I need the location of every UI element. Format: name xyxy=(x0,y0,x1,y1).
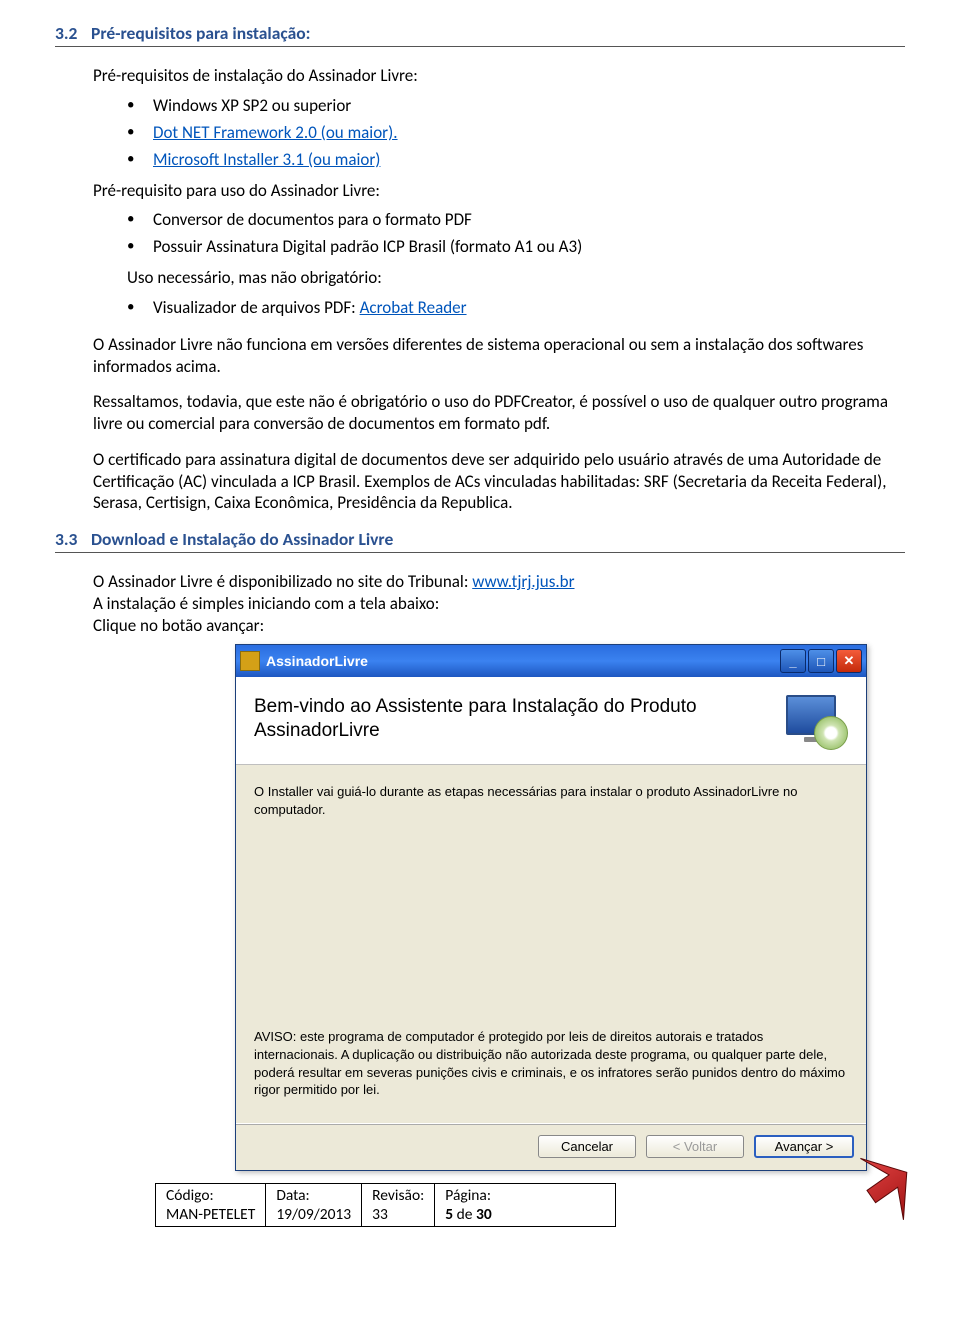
list-item-text: Windows XP SP2 ou superior xyxy=(153,95,351,116)
list-item-text: Visualizador de arquivos PDF: xyxy=(153,297,360,318)
page-of: de xyxy=(453,1205,476,1224)
close-button[interactable]: ✕ xyxy=(836,649,862,673)
section-heading-3-2: 3.2 Pré-requisitos para instalação: xyxy=(55,22,905,47)
footer-value-page: 5 de 30 xyxy=(445,1205,605,1224)
arrow-icon xyxy=(845,1145,915,1235)
back-button[interactable]: < Voltar xyxy=(646,1135,744,1158)
paragraph-1: O Assinador Livre não funciona em versõe… xyxy=(93,334,905,378)
window-title: AssinadorLivre xyxy=(266,653,778,669)
list-item: Possuir Assinatura Digital padrão ICP Br… xyxy=(127,236,905,259)
minimize-button[interactable]: _ xyxy=(780,649,806,673)
list-item: Dot NET Framework 2.0 (ou maior). xyxy=(127,122,905,145)
link-dotnet[interactable]: Dot NET Framework 2.0 (ou maior). xyxy=(153,122,398,143)
wizard-description: O Installer vai guiá-lo durante as etapa… xyxy=(254,783,848,818)
link-msi[interactable]: Microsoft Installer 3.1 (ou maior) xyxy=(153,149,380,170)
wizard-warning: AVISO: este programa de computador é pro… xyxy=(254,1028,848,1098)
list-item-text: Possuir Assinatura Digital padrão ICP Br… xyxy=(153,236,582,257)
intro-text-1: Pré-requisitos de instalação do Assinado… xyxy=(93,65,905,87)
maximize-button[interactable]: □ xyxy=(808,649,834,673)
footer-label-code: Código: xyxy=(166,1186,255,1205)
prereq-use-list: Conversor de documentos para o formato P… xyxy=(127,209,905,259)
titlebar: AssinadorLivre _ □ ✕ xyxy=(236,645,866,677)
paragraph-2: Ressaltamos, todavia, que este não é obr… xyxy=(93,391,905,435)
intro-text-2: Pré-requisito para uso do Assinador Livr… xyxy=(93,180,905,202)
intro-text-3: Uso necessário, mas não obrigatório: xyxy=(127,267,905,289)
paragraph-5: A instalação é simples iniciando com a t… xyxy=(93,593,905,615)
cancel-button[interactable]: Cancelar xyxy=(538,1135,636,1158)
wizard-banner: Bem-vindo ao Assistente para Instalação … xyxy=(236,677,866,765)
page-current: 5 xyxy=(445,1205,453,1224)
link-tjrj[interactable]: www.tjrj.jus.br xyxy=(472,571,574,592)
installer-window: AssinadorLivre _ □ ✕ Bem-vindo ao Assist… xyxy=(235,644,867,1171)
page-total: 30 xyxy=(476,1205,492,1224)
footer-label-date: Data: xyxy=(276,1186,351,1205)
list-item: Visualizador de arquivos PDF: Acrobat Re… xyxy=(127,297,905,320)
paragraph-6: Clique no botão avançar: xyxy=(93,615,905,637)
list-item: Conversor de documentos para o formato P… xyxy=(127,209,905,232)
wizard-button-row: Cancelar < Voltar Avançar > xyxy=(236,1125,866,1170)
footer-label-page: Página: xyxy=(445,1186,605,1205)
installer-icon xyxy=(240,651,260,671)
next-button[interactable]: Avançar > xyxy=(754,1135,854,1158)
footer-value-code: MAN-PETELET xyxy=(166,1205,255,1224)
footer-value-rev: 33 xyxy=(372,1205,424,1224)
wizard-body: O Installer vai guiá-lo durante as etapa… xyxy=(236,765,866,1123)
footer-value-date: 19/09/2013 xyxy=(276,1205,351,1224)
heading-text: Pré-requisitos para instalação: xyxy=(91,22,310,44)
link-acrobat[interactable]: Acrobat Reader xyxy=(360,297,467,318)
section-heading-3-3: 3.3 Download e Instalação do Assinador L… xyxy=(55,528,905,553)
optional-list: Visualizador de arquivos PDF: Acrobat Re… xyxy=(127,297,905,320)
heading-number: 3.2 xyxy=(55,22,91,44)
list-item: Windows XP SP2 ou superior xyxy=(127,95,905,118)
prereq-install-list: Windows XP SP2 ou superior Dot NET Frame… xyxy=(127,95,905,172)
footer-label-rev: Revisão: xyxy=(372,1186,424,1205)
heading-text: Download e Instalação do Assinador Livre xyxy=(91,528,393,550)
wizard-title: Bem-vindo ao Assistente para Instalação … xyxy=(254,695,776,743)
heading-number: 3.3 xyxy=(55,528,91,550)
paragraph-3: O certificado para assinatura digital de… xyxy=(93,449,905,514)
doc-footer-table: Código: MAN-PETELET Data: 19/09/2013 Rev… xyxy=(155,1183,616,1227)
list-item: Microsoft Installer 3.1 (ou maior) xyxy=(127,149,905,172)
paragraph-text: O Assinador Livre é disponibilizado no s… xyxy=(93,571,472,592)
paragraph-4: O Assinador Livre é disponibilizado no s… xyxy=(93,571,905,593)
computer-disc-icon xyxy=(786,695,848,750)
list-item-text: Conversor de documentos para o formato P… xyxy=(153,209,472,230)
